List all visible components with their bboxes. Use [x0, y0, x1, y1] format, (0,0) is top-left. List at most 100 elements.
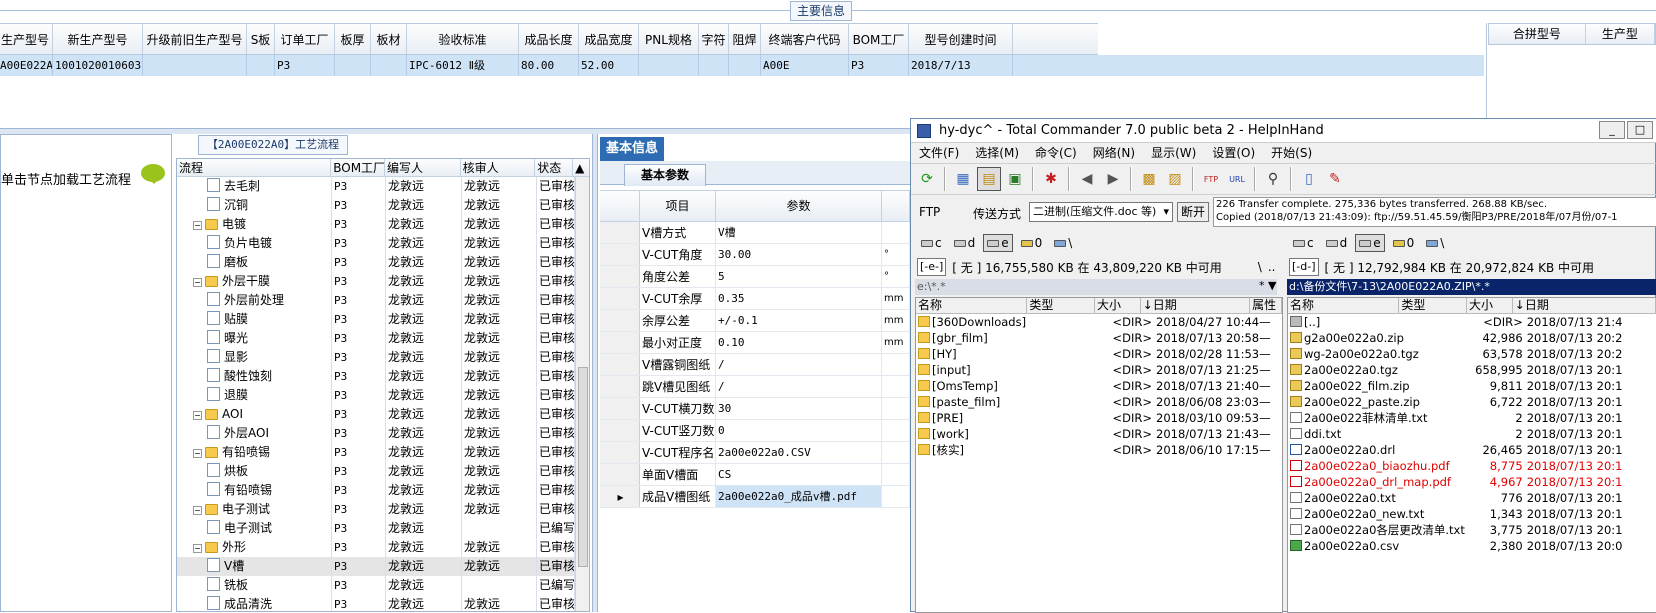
tree-node-cell[interactable]: − AOI [177, 405, 332, 424]
param-row[interactable]: 跳V槽见图纸 / [600, 376, 910, 398]
file-name-cell[interactable]: 2a00e022a0_new.txt [1288, 506, 1465, 522]
file-row[interactable]: 2a00e022a0.txt 776 2018/07/13 20:1 [1288, 490, 1656, 506]
thumbnail-view-icon[interactable]: ▣ [1003, 167, 1027, 191]
column-header[interactable]: 类型 [1027, 298, 1095, 313]
column-header[interactable]: 新生产型号 [53, 24, 143, 54]
file-row[interactable]: wg-2a00e022a0.tgz 63,578 2018/07/13 20:2 [1288, 346, 1656, 362]
tree-node-cell[interactable]: 铣板 [177, 576, 332, 595]
column-header[interactable]: 型号创建时间 [909, 24, 1013, 54]
file-row[interactable]: [PRE] <DIR> 2018/03/10 09:53— [916, 410, 1282, 426]
file-name-cell[interactable]: [work] [916, 426, 1094, 442]
column-header[interactable]: 板厚 [335, 24, 371, 54]
param-row[interactable]: ▸ 成品V槽图纸 2a00e022a0_成品v槽.pdf [600, 486, 910, 508]
drive-button[interactable]: 0 [1389, 234, 1419, 252]
file-row[interactable]: [input] <DIR> 2018/07/13 21:25— [916, 362, 1282, 378]
tree-node[interactable]: 成品清洗 P3 龙敦远 龙敦远 已审核 [177, 595, 589, 611]
column-header[interactable]: 大小 [1095, 298, 1141, 313]
file-name-cell[interactable]: ddi.txt [1288, 426, 1465, 442]
transfer-mode-select[interactable]: 二进制(压缩文件.doc 等) ▾ [1029, 202, 1173, 222]
brief-view-icon[interactable]: ▦ [951, 167, 975, 191]
collapse-icon[interactable]: − [193, 411, 202, 420]
grid-cell[interactable]: 52.00 [579, 55, 639, 76]
file-row[interactable]: 2a00e022a0_drl_map.pdf 4,967 2018/07/13 20… [1288, 474, 1656, 490]
file-name-cell[interactable]: 2a00e022a0.txt [1288, 490, 1465, 506]
file-name-cell[interactable]: [OmsTemp] [916, 378, 1094, 394]
column-header[interactable]: 编写人 [385, 159, 461, 176]
file-name-cell[interactable]: [gbr_film] [916, 330, 1094, 346]
forward-arrow-icon[interactable]: ▶ [1101, 167, 1125, 191]
tree-node-cell[interactable]: − 外形 [177, 538, 332, 557]
file-name-cell[interactable]: 2a00e022a0各层更改清单.txt [1288, 522, 1465, 538]
tree-node[interactable]: − 电镀 P3 龙敦远 龙敦远 已审核 [177, 215, 589, 234]
tree-node[interactable]: − 外形 P3 龙敦远 龙敦远 已审核 [177, 538, 589, 557]
file-name-cell[interactable]: [360Downloads] [916, 314, 1094, 330]
tree-node[interactable]: 显影 P3 龙敦远 龙敦远 已审核 [177, 348, 589, 367]
column-header[interactable]: 板材 [371, 24, 407, 54]
disconnect-button[interactable]: 断开 [1177, 202, 1209, 222]
tree-node-cell[interactable]: 显影 [177, 348, 332, 367]
file-name-cell[interactable]: 2a00e022a0.tgz [1288, 362, 1465, 378]
invert-selection-icon[interactable]: ✱ [1039, 167, 1063, 191]
row-header[interactable] [600, 464, 640, 485]
grid-cell[interactable] [729, 55, 761, 76]
tree-node[interactable]: 曝光 P3 龙敦远 龙敦远 已审核 [177, 329, 589, 348]
paint-icon[interactable]: ✎ [1323, 167, 1347, 191]
file-name-cell[interactable]: 2a00e022a0_drl_map.pdf [1288, 474, 1465, 490]
grid-cell[interactable] [639, 55, 699, 76]
tree-node-cell[interactable]: 外层前处理 [177, 291, 332, 310]
column-header[interactable]: 生产型 [1586, 24, 1655, 44]
search-binoculars-icon[interactable]: ⚲ [1261, 167, 1285, 191]
param-value[interactable]: 0.35 [716, 288, 882, 309]
grid-cell[interactable] [699, 55, 729, 76]
tree-node-cell[interactable]: V槽 [177, 557, 332, 576]
column-header[interactable]: 大小 [1467, 298, 1513, 313]
back-arrow-icon[interactable]: ◀ [1075, 167, 1099, 191]
column-header[interactable]: 属性 [1250, 298, 1282, 313]
menu-commands[interactable]: 命令(C) [1027, 143, 1085, 163]
tree-node-cell[interactable]: − 外层干膜 [177, 272, 332, 291]
row-header[interactable] [600, 310, 640, 331]
param-value[interactable]: / [716, 354, 882, 375]
column-header[interactable]: ↓日期 [1513, 298, 1656, 313]
grid-cell[interactable] [247, 55, 275, 76]
history-icons[interactable]: * ▼ [1259, 279, 1276, 292]
row-header[interactable] [600, 354, 640, 375]
menu-view[interactable]: 显示(W) [1143, 143, 1204, 163]
tree-node[interactable]: − 有铅喷锡 P3 龙敦远 龙敦远 已审核 [177, 443, 589, 462]
param-value[interactable]: +/-0.1 [716, 310, 882, 331]
param-row[interactable]: 余厚公差 +/-0.1 mm [600, 310, 910, 332]
menu-file[interactable]: 文件(F) [911, 143, 967, 163]
grid-cell[interactable]: 80.00 [519, 55, 579, 76]
drive-button[interactable]: d [950, 234, 980, 252]
parent-button[interactable]: .. [1268, 260, 1276, 274]
grid-cell[interactable] [335, 55, 371, 76]
column-header[interactable]: 参数 [716, 191, 882, 221]
refresh-icon[interactable]: ⟳ [915, 167, 939, 191]
param-row[interactable]: V槽露铜图纸 / [600, 354, 910, 376]
column-header[interactable]: 阻焊 [729, 24, 761, 54]
file-row[interactable]: g2a00e022a0.zip 42,986 2018/07/13 20:2 [1288, 330, 1656, 346]
row-header[interactable] [600, 222, 640, 243]
tree-node-cell[interactable]: 退膜 [177, 386, 332, 405]
param-value[interactable]: CS [716, 464, 882, 485]
scrollbar-thumb[interactable] [578, 367, 588, 567]
column-header[interactable]: PNL规格 [639, 24, 699, 54]
collapse-icon[interactable]: − [193, 506, 202, 515]
menu-select[interactable]: 选择(M) [967, 143, 1027, 163]
column-header[interactable]: 订单工厂 [275, 24, 335, 54]
tree-node[interactable]: 外层前处理 P3 龙敦远 龙敦远 已审核 [177, 291, 589, 310]
tree-node[interactable]: 烘板 P3 龙敦远 龙敦远 已审核 [177, 462, 589, 481]
grid-cell[interactable]: 2018/7/13 [909, 55, 1013, 76]
menu-settings[interactable]: 设置(O) [1204, 143, 1263, 163]
drive-button[interactable]: \ [1422, 234, 1448, 252]
tree-node-cell[interactable]: 去毛刺 [177, 177, 332, 196]
column-header[interactable]: BOM工厂 [331, 159, 385, 176]
file-name-cell[interactable]: [核实] [916, 442, 1094, 458]
column-header[interactable]: 验收标准 [407, 24, 519, 54]
root-button[interactable]: \ [1258, 260, 1262, 274]
chat-bubble-icon[interactable] [141, 164, 165, 184]
grid-cell[interactable]: A00E [761, 55, 849, 76]
file-row[interactable]: [paste_film] <DIR> 2018/06/08 23:03— [916, 394, 1282, 410]
param-row[interactable]: 角度公差 5 ° [600, 266, 910, 288]
row-header[interactable] [600, 398, 640, 419]
